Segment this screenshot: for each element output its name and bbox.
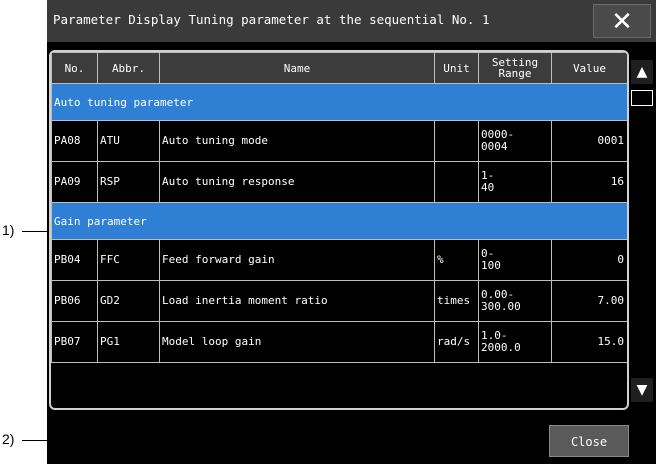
cell-no: PA09 — [51, 161, 98, 203]
parameter-table-frame: No. Abbr. Name Unit Setting Range Value A… — [49, 50, 629, 410]
callout-1: 1) — [2, 222, 15, 238]
cell-abbr: PG1 — [97, 321, 160, 363]
table-header-row: No. Abbr. Name Unit Setting Range Value — [51, 52, 627, 84]
callout-2: 2) — [2, 431, 15, 447]
cell-no: PB04 — [51, 239, 98, 281]
column-header-no: No. — [51, 52, 98, 84]
window-title: Parameter Display Tuning parameter at th… — [53, 12, 490, 27]
callout-1-line — [22, 231, 49, 232]
cell-no: PB06 — [51, 280, 98, 322]
section-row: Auto tuning parameter — [51, 83, 627, 121]
scroll-thumb[interactable] — [631, 90, 653, 106]
column-header-abbr: Abbr. — [97, 52, 160, 84]
column-header-value: Value — [551, 52, 627, 84]
cell-range: 0000- 0004 — [478, 120, 552, 162]
cell-abbr: ATU — [97, 120, 160, 162]
close-x-icon[interactable]: ✕ — [593, 4, 651, 38]
cell-unit: times — [434, 280, 479, 322]
cell-value[interactable]: 0001 — [551, 120, 627, 162]
cell-name: Load inertia moment ratio — [159, 280, 435, 322]
cell-range: 0- 100 — [478, 239, 552, 281]
table-row[interactable]: PA09 RSP Auto tuning response 1- 40 16 — [51, 161, 627, 203]
cell-name: Auto tuning mode — [159, 120, 435, 162]
cell-abbr: RSP — [97, 161, 160, 203]
cell-value[interactable]: 7.00 — [551, 280, 627, 322]
section-title: Auto tuning parameter — [51, 83, 627, 121]
cell-name: Feed forward gain — [159, 239, 435, 281]
parameter-display-screen: Parameter Display Tuning parameter at th… — [47, 0, 656, 464]
cell-unit: % — [434, 239, 479, 281]
cell-range: 1.0- 2000.0 — [478, 321, 552, 363]
cell-no: PB07 — [51, 321, 98, 363]
section-title: Gain parameter — [51, 202, 627, 240]
table-row[interactable]: PB07 PG1 Model loop gain rad/s 1.0- 2000.… — [51, 321, 627, 363]
scrollbar[interactable]: ▲ ▼ — [631, 60, 653, 402]
cell-abbr: GD2 — [97, 280, 160, 322]
section-row: Gain parameter — [51, 202, 627, 240]
cell-range: 1- 40 — [478, 161, 552, 203]
column-header-unit: Unit — [434, 52, 479, 84]
cell-no: PA08 — [51, 120, 98, 162]
cell-name: Auto tuning response — [159, 161, 435, 203]
cell-unit — [434, 120, 479, 162]
parameter-table: No. Abbr. Name Unit Setting Range Value A… — [51, 52, 627, 363]
cell-abbr: FFC — [97, 239, 160, 281]
cell-value[interactable]: 15.0 — [551, 321, 627, 363]
cell-name: Model loop gain — [159, 321, 435, 363]
cell-unit — [434, 161, 479, 203]
triangle-up-icon[interactable]: ▲ — [631, 60, 653, 84]
column-header-setting-range: Setting Range — [478, 52, 552, 84]
cell-unit: rad/s — [434, 321, 479, 363]
cell-range: 0.00- 300.00 — [478, 280, 552, 322]
title-bar: Parameter Display Tuning parameter at th… — [47, 0, 656, 42]
close-button[interactable]: Close — [549, 425, 629, 457]
column-header-name: Name — [159, 52, 435, 84]
cell-value[interactable]: 16 — [551, 161, 627, 203]
table-row[interactable]: PB04 FFC Feed forward gain % 0- 100 0 — [51, 239, 627, 281]
cell-value[interactable]: 0 — [551, 239, 627, 281]
table-row[interactable]: PA08 ATU Auto tuning mode 0000- 0004 0001 — [51, 120, 627, 162]
triangle-down-icon[interactable]: ▼ — [631, 378, 653, 402]
table-row[interactable]: PB06 GD2 Load inertia moment ratio times… — [51, 280, 627, 322]
